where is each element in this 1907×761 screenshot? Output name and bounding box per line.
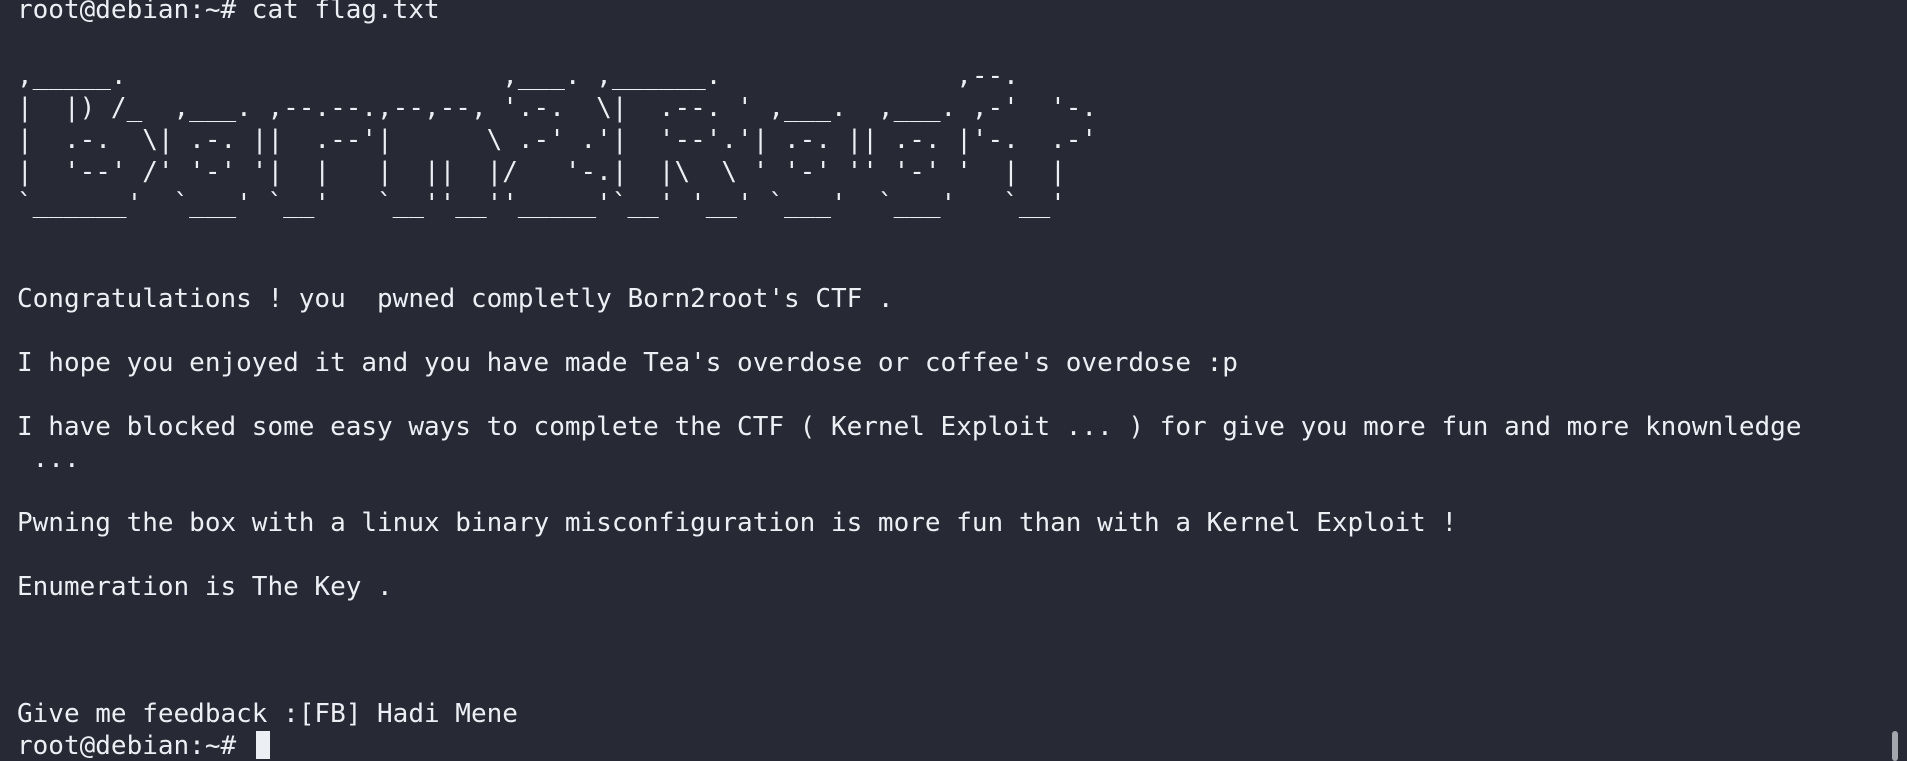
output-line-blocked: I have blocked some easy ways to complet… [17, 412, 1802, 442]
prompt-text: root@debian:~# [17, 731, 252, 761]
terminal-window[interactable]: root@debian:~# cat flag.txt ,_____. ,___… [17, 0, 1887, 761]
output-line-pwning: Pwning the box with a linux binary misco… [17, 508, 1458, 538]
output-line-enumeration: Enumeration is The Key . [17, 572, 393, 602]
cursor-block [255, 731, 270, 759]
scrollbar[interactable] [1890, 0, 1900, 761]
output-line-congratulations: Congratulations ! you pwned completly Bo… [17, 284, 894, 314]
output-line-hope: I hope you enjoyed it and you have made … [17, 348, 1238, 378]
prompt-line[interactable]: root@debian:~# [17, 730, 270, 761]
command-line: root@debian:~# cat flag.txt [17, 0, 440, 25]
ascii-art-banner: ,_____. ,___. ,______. ,--. | |) /_ ,___… [17, 61, 1098, 219]
output-line-continuation: ... [17, 444, 80, 474]
output-line-feedback: Give me feedback :[FB] Hadi Mene [17, 699, 518, 729]
scrollbar-thumb[interactable] [1892, 731, 1898, 761]
